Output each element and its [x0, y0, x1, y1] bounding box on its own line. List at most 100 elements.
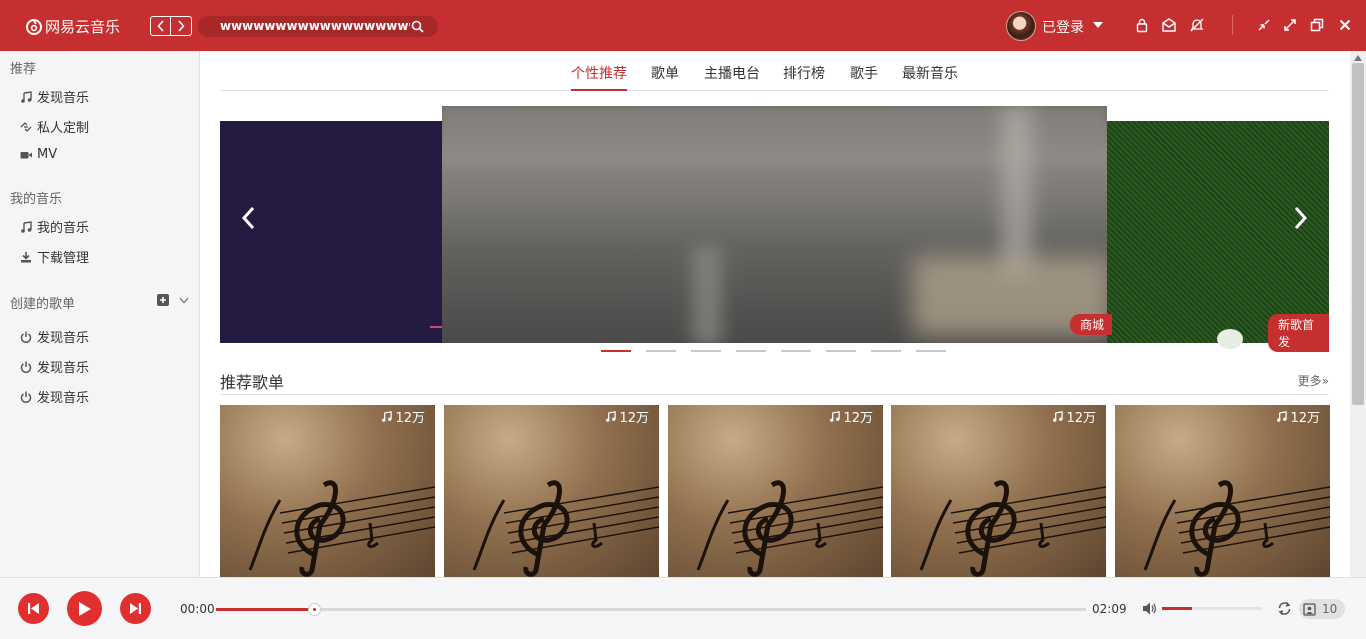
sidebar-item-label: 下载管理 [37, 251, 90, 266]
progress-fill [216, 608, 315, 611]
playlist-card[interactable]: 12万 [891, 405, 1106, 577]
add-playlist-icon[interactable] [157, 294, 169, 306]
close-icon[interactable] [1337, 17, 1353, 33]
scroll-up-icon[interactable] [1354, 55, 1362, 61]
sheet-music-image [1143, 480, 1330, 577]
lock-icon[interactable] [1134, 17, 1150, 33]
carousel-dot[interactable] [601, 350, 631, 352]
fullscreen-icon[interactable] [1282, 17, 1298, 33]
forward-button[interactable] [171, 16, 192, 36]
playlist-card[interactable]: 12万 [668, 405, 883, 577]
sidebar-item-playlist[interactable]: 发现音乐 [20, 357, 89, 376]
next-track-button[interactable] [120, 593, 151, 624]
play-count-value: 12万 [843, 411, 873, 426]
chevron-left-icon[interactable] [241, 206, 255, 230]
sidebar-item-playlist[interactable]: 发现音乐 [20, 387, 89, 406]
video-camera-icon [20, 151, 32, 158]
history-navigation [150, 16, 192, 36]
play-count: 12万 [381, 407, 425, 426]
sidebar-item-discover-music[interactable]: 发现音乐 [20, 87, 89, 106]
tab-playlists[interactable]: 歌单 [651, 63, 679, 91]
sidebar-item-label: 发现音乐 [37, 391, 90, 406]
mute-bell-icon[interactable] [1189, 17, 1205, 33]
music-note-icon [830, 411, 841, 422]
download-icon [21, 251, 31, 262]
power-icon [20, 361, 32, 373]
carousel-dot[interactable] [916, 350, 946, 352]
loop-mode-icon[interactable] [1277, 601, 1292, 616]
search-input[interactable]: wwwwwwwwwwwwwwwwwwwwwwwwwwwww [198, 16, 438, 37]
playlist-card[interactable]: 12万 [1115, 405, 1330, 577]
total-time: 02:09 [1092, 602, 1127, 616]
carousel-dot[interactable] [826, 350, 856, 352]
sheet-music-image [696, 480, 883, 577]
play-count-value: 12万 [619, 411, 649, 426]
sheet-music-image [919, 480, 1106, 577]
power-icon [20, 331, 32, 343]
skip-previous-icon [28, 603, 39, 614]
tab-radio[interactable]: 主播电台 [704, 63, 760, 91]
play-button[interactable] [67, 591, 102, 626]
playlist-card[interactable]: 12万 [444, 405, 659, 577]
tab-personal-recommend[interactable]: 个性推荐 [571, 63, 627, 91]
progress-slider[interactable] [216, 603, 1086, 616]
sidebar-item-label: 私人定制 [37, 121, 90, 136]
caret-down-icon[interactable] [1093, 22, 1103, 28]
carousel-dot[interactable] [736, 350, 766, 352]
playlist-button[interactable]: 10 [1299, 599, 1345, 619]
recommended-playlists-header: 推荐歌单 更多» [220, 369, 1329, 395]
app-logo[interactable]: 网易云音乐 [26, 16, 120, 37]
avatar[interactable] [1006, 11, 1036, 41]
current-time: 00:00 [180, 602, 215, 616]
sheet-music-image [472, 480, 659, 577]
chevron-right-icon[interactable] [1294, 206, 1308, 230]
playlist-grid: 12万 12万 12万 12万 12万 [220, 405, 1330, 577]
more-link[interactable]: 更多» [1298, 372, 1329, 389]
sidebar-item-downloads[interactable]: 下载管理 [20, 247, 89, 266]
mail-icon[interactable] [1161, 17, 1177, 33]
tab-artists[interactable]: 歌手 [850, 63, 878, 91]
scrollbar-thumb[interactable] [1352, 63, 1364, 405]
back-button[interactable] [150, 16, 171, 36]
vertical-scrollbar[interactable] [1350, 51, 1366, 577]
volume-icon[interactable] [1142, 601, 1157, 616]
carousel-dot[interactable] [646, 350, 676, 352]
carousel-dot[interactable] [781, 350, 811, 352]
play-count-value: 12万 [395, 411, 425, 426]
login-status[interactable]: 已登录 [1042, 17, 1084, 37]
volume-slider[interactable] [1162, 607, 1262, 610]
title-bar: 网易云音乐 wwwwwwwwwwwwwwwwwwwwwwwwwwwww 已登录 [0, 0, 1366, 51]
carousel-indicators [601, 350, 946, 352]
sheet-music-image [248, 480, 435, 577]
music-note-icon [1277, 411, 1288, 422]
sidebar-item-mv[interactable]: MV [20, 147, 57, 162]
banner-slide-previous[interactable] [220, 121, 450, 343]
tab-new-music[interactable]: 最新音乐 [902, 63, 958, 91]
sidebar-section-title: 我的音乐 [10, 192, 63, 207]
sidebar: 推荐 发现音乐 私人定制 MV 我的音乐 我的音乐 下载管理 创建的歌单 发现音… [0, 51, 200, 577]
play-count: 12万 [829, 407, 873, 426]
music-note-icon [21, 220, 32, 233]
discover-tabs: 个性推荐 歌单 主播电台 排行榜 歌手 最新音乐 [220, 51, 1329, 91]
carousel-dot[interactable] [691, 350, 721, 352]
playlist-icon [1303, 602, 1316, 616]
playlist-card[interactable]: 12万 [220, 405, 435, 577]
music-note-icon [1053, 411, 1064, 422]
previous-track-button[interactable] [18, 593, 49, 624]
mini-mode-icon[interactable] [1256, 17, 1272, 33]
progress-handle[interactable] [308, 603, 322, 616]
chevron-down-icon[interactable] [179, 297, 189, 304]
sidebar-item-my-music[interactable]: 我的音乐 [20, 217, 89, 236]
search-icon[interactable] [411, 20, 424, 33]
banner-slide-current[interactable] [442, 106, 1107, 343]
custom-icon [20, 121, 32, 132]
restore-window-icon[interactable] [1309, 17, 1325, 33]
search-value: wwwwwwwwwwwwwwwwwwwwwwwwwwwww [220, 19, 410, 33]
tab-charts[interactable]: 排行榜 [783, 63, 825, 91]
sidebar-item-personal-fm[interactable]: 私人定制 [20, 117, 89, 136]
sidebar-section-title: 创建的歌单 [10, 297, 76, 312]
sidebar-item-playlist[interactable]: 发现音乐 [20, 327, 89, 346]
carousel-dot[interactable] [871, 350, 901, 352]
music-note-icon [21, 90, 32, 103]
banner-slide-next[interactable] [1107, 121, 1329, 349]
